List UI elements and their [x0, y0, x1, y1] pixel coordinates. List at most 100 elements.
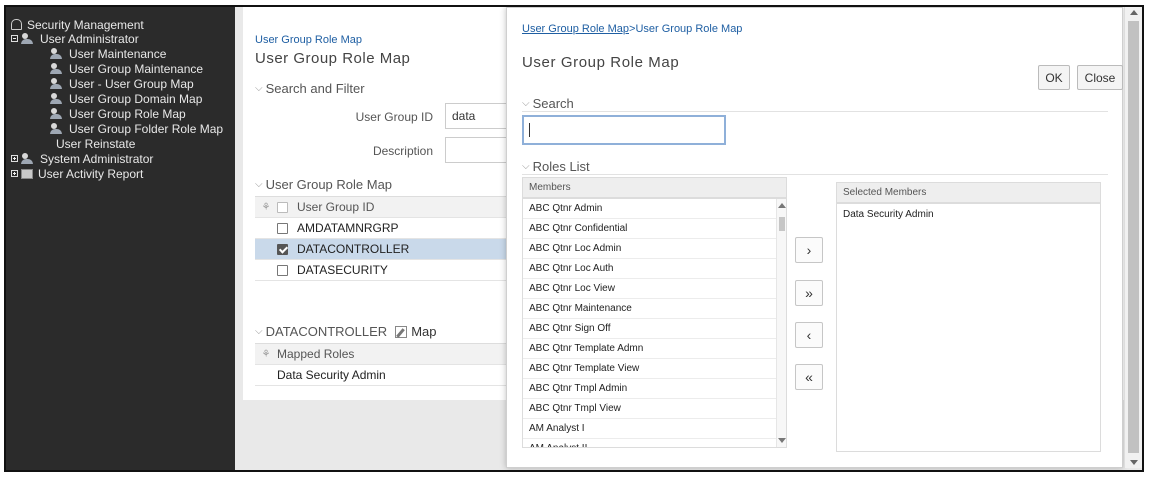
breadcrumb-link[interactable]: User Group Role Map	[522, 23, 629, 35]
list-item[interactable]: ABC Qtnr Maintenance	[523, 299, 786, 319]
collapse-icon[interactable]	[11, 35, 18, 42]
hierarchy-icon[interactable]: ⚘	[255, 202, 277, 213]
user-icon	[50, 48, 64, 59]
list-item[interactable]: ABC Qtnr Sign Off	[523, 319, 786, 339]
tree-node-security-management[interactable]: Security Management	[11, 17, 144, 32]
page-scrollbar[interactable]	[1124, 7, 1142, 468]
ok-button[interactable]: OK	[1038, 65, 1070, 90]
list-item[interactable]: ABC Qtnr Loc Auth	[523, 259, 786, 279]
search-input[interactable]	[522, 115, 726, 145]
tree-node-label: User Administrator	[40, 31, 139, 46]
page-title-link[interactable]: User Group Role Map	[255, 34, 362, 46]
members-list[interactable]: ABC Qtnr Admin ABC Qtnr Confidential ABC…	[522, 198, 787, 448]
tree-item-user-reinstate[interactable]: User Reinstate	[56, 137, 135, 151]
scroll-down-icon[interactable]	[778, 438, 786, 443]
scroll-down-icon[interactable]	[1130, 460, 1138, 465]
row-checkbox-checked[interactable]	[277, 243, 288, 255]
chevron-down-icon: ⌵	[522, 98, 530, 109]
list-item[interactable]: AM Analyst II	[523, 439, 786, 447]
tree-item-label: User Group Maintenance	[69, 61, 204, 76]
scroll-thumb[interactable]	[1128, 21, 1139, 453]
user-group-table: ⚘ User Group ID AMDATAMNRGRP DATACONTROL…	[255, 196, 513, 281]
search-filter-section[interactable]: ⌵ Search and Filter	[255, 81, 365, 96]
table-row[interactable]: AMDATAMNRGRP	[255, 218, 513, 239]
user-group-icon	[50, 63, 64, 74]
selected-members-list[interactable]: Data Security Admin	[836, 203, 1101, 452]
section-title: Roles List	[532, 159, 590, 174]
tree-node-label: System Administrator	[40, 151, 154, 166]
close-button[interactable]: Close	[1077, 65, 1123, 90]
table-header: ⚘ Mapped Roles	[255, 344, 513, 365]
hierarchy-icon[interactable]: ⚘	[255, 349, 277, 360]
chevron-down-icon: ⌵	[522, 161, 530, 172]
report-icon	[21, 168, 33, 179]
tree-item-user-group-role-map[interactable]: User Group Role Map	[50, 107, 186, 121]
tree-item-user-user-group-map[interactable]: User - User Group Map	[50, 77, 194, 91]
section-title: DATACONTROLLER	[265, 324, 388, 339]
map-label: Map	[411, 324, 437, 339]
remove-all-button[interactable]: «	[795, 364, 823, 390]
page-title: User Group Role Map	[255, 50, 411, 67]
tree-node-user-activity-report[interactable]: User Activity Report	[11, 167, 143, 181]
move-all-button[interactable]: »	[795, 280, 823, 306]
list-item[interactable]: ABC Qtnr Admin	[523, 199, 786, 219]
app-frame: Security Management User Administrator U…	[4, 5, 1144, 472]
table-row-selected[interactable]: DATACONTROLLER	[255, 239, 513, 260]
expand-icon[interactable]	[11, 155, 18, 162]
row-checkbox[interactable]	[277, 222, 288, 234]
user-group-icon	[50, 78, 64, 89]
tree-item-user-group-domain-map[interactable]: User Group Domain Map	[50, 92, 202, 106]
list-item[interactable]: AM Analyst I	[523, 419, 786, 439]
members-header: Members	[522, 177, 787, 198]
edit-icon	[395, 325, 408, 338]
select-all-checkbox[interactable]	[277, 201, 288, 213]
list-item[interactable]: ABC Qtnr Loc View	[523, 279, 786, 299]
divider	[522, 174, 1108, 175]
user-group-icon	[21, 153, 35, 164]
dialog-title: User Group Role Map	[522, 54, 680, 71]
list-item[interactable]: Data Security Admin	[837, 204, 1100, 224]
remove-selected-button[interactable]: ‹	[795, 322, 823, 348]
tree-node-user-administrator[interactable]: User Administrator	[11, 31, 139, 46]
scroll-up-icon[interactable]	[778, 203, 786, 208]
main-content: User Group Role Map User Group Role Map …	[243, 7, 513, 400]
role-map-dialog: User Group Role Map>User Group Role Map …	[506, 7, 1123, 468]
list-item[interactable]: ABC Qtnr Tmpl View	[523, 399, 786, 419]
roles-list-section[interactable]: ⌵ Roles List	[522, 159, 590, 174]
table-header: ⚘ User Group ID	[255, 197, 513, 218]
cell-user-group-id: DATACONTROLLER	[297, 242, 410, 256]
members-scrollbar[interactable]	[776, 199, 786, 447]
map-button[interactable]: Map	[395, 324, 436, 339]
description-label: Description	[372, 144, 433, 158]
mapped-roles-section[interactable]: ⌵ DATACONTROLLER Map	[255, 324, 436, 339]
section-title: Search and Filter	[265, 81, 365, 96]
tree-item-user-group-maintenance[interactable]: User Group Maintenance	[50, 61, 204, 76]
list-item[interactable]: ABC Qtnr Confidential	[523, 219, 786, 239]
tree-item-label: User Group Folder Role Map	[69, 121, 224, 136]
divider	[522, 111, 1108, 112]
scroll-thumb[interactable]	[779, 217, 785, 231]
row-checkbox[interactable]	[277, 264, 288, 276]
tree-node-label: Security Management	[27, 17, 144, 32]
table-row[interactable]: DATASECURITY	[255, 260, 513, 281]
tree-item-user-maintenance[interactable]: User Maintenance	[50, 47, 166, 61]
user-group-role-map-section[interactable]: ⌵ User Group Role Map	[255, 177, 392, 192]
selected-members-header: Selected Members	[836, 182, 1101, 203]
column-header: User Group ID	[297, 200, 375, 214]
list-item[interactable]: ABC Qtnr Loc Admin	[523, 239, 786, 259]
user-group-id-input[interactable]: data	[445, 103, 513, 129]
expand-icon[interactable]	[11, 170, 18, 177]
user-group-icon	[50, 123, 64, 134]
list-item[interactable]: ABC Qtnr Template Admn	[523, 339, 786, 359]
cell-user-group-id: AMDATAMNRGRP	[297, 221, 399, 235]
tree-node-system-administrator[interactable]: System Administrator	[11, 151, 154, 166]
list-item[interactable]: ABC Qtnr Template View	[523, 359, 786, 379]
list-item[interactable]: ABC Qtnr Tmpl Admin	[523, 379, 786, 399]
table-row[interactable]: Data Security Admin	[255, 365, 513, 386]
search-section[interactable]: ⌵ Search	[522, 96, 574, 111]
tree-item-user-group-folder-role-map[interactable]: User Group Folder Role Map	[50, 121, 224, 136]
move-selected-button[interactable]: ›	[795, 237, 823, 263]
description-input[interactable]	[445, 137, 513, 163]
scroll-up-icon[interactable]	[1130, 10, 1138, 15]
breadcrumb: User Group Role Map>User Group Role Map	[522, 23, 742, 35]
